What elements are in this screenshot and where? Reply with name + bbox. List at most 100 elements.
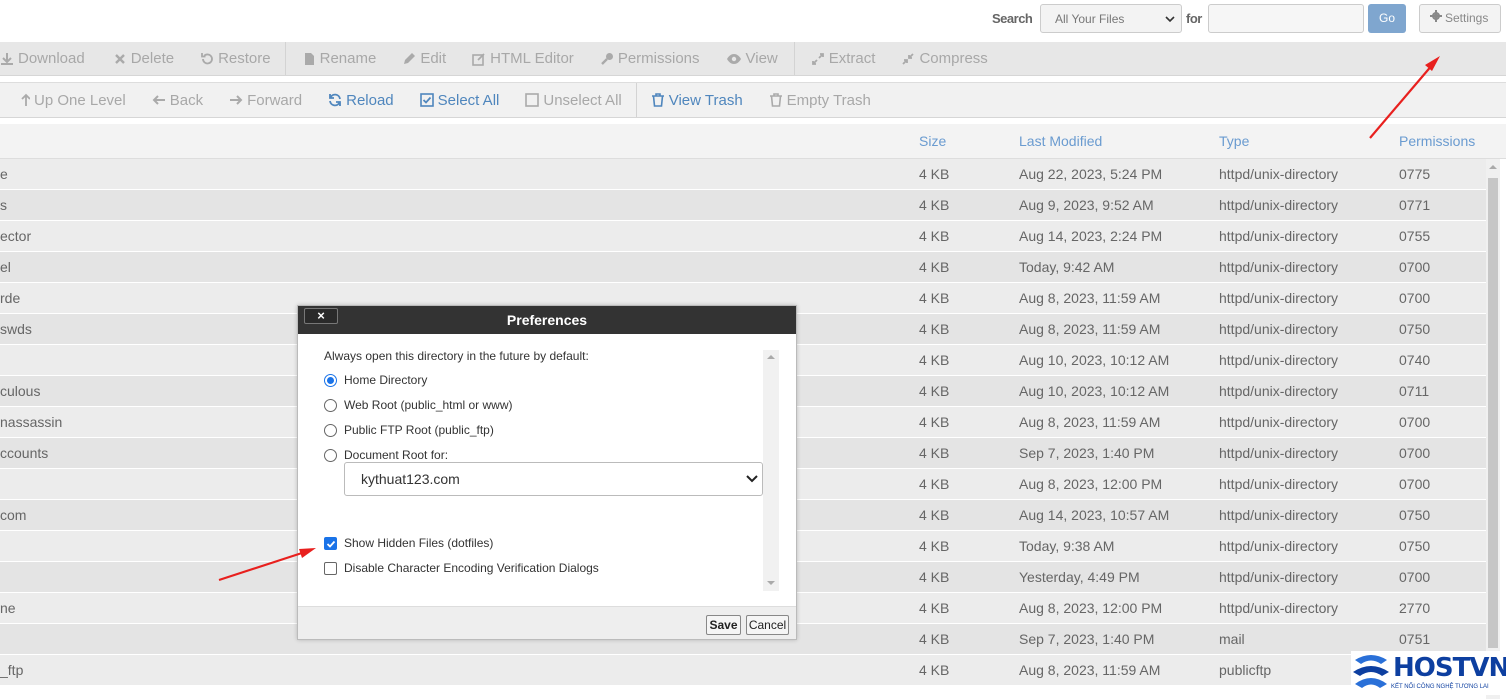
file-size: 4 KB	[919, 445, 950, 461]
action-toolbar: Download Delete Restore Rename Edit HTML…	[0, 42, 1506, 76]
delete-button[interactable]: Delete	[113, 42, 174, 75]
chevron-down-icon	[1165, 16, 1175, 23]
select-all-button[interactable]: Select All	[419, 83, 499, 117]
checkbox-show-hidden-files[interactable]: Show Hidden Files (dotfiles)	[324, 536, 493, 550]
back-button[interactable]: Back	[152, 83, 203, 117]
rename-button[interactable]: Rename	[302, 42, 377, 75]
compress-button[interactable]: Compress	[901, 42, 988, 75]
column-header-last-modified[interactable]: Last Modified	[1019, 133, 1102, 149]
radio-label: Document Root for:	[344, 448, 449, 462]
trash-icon	[769, 93, 783, 107]
close-icon	[113, 52, 127, 66]
edit-button[interactable]: Edit	[402, 42, 446, 75]
file-size: 4 KB	[919, 197, 950, 213]
radio-selected-icon[interactable]	[324, 373, 337, 387]
column-header-size[interactable]: Size	[919, 133, 946, 149]
file-last-modified: Aug 8, 2023, 11:59 AM	[1019, 662, 1161, 678]
table-row[interactable]: ector 4 KB Aug 14, 2023, 2:24 PM httpd/u…	[0, 221, 1486, 252]
file-name: s	[0, 197, 7, 213]
file-icon	[302, 52, 316, 66]
eye-icon	[726, 52, 742, 66]
file-last-modified: Aug 8, 2023, 11:59 AM	[1019, 290, 1161, 306]
file-type: httpd/unix-directory	[1219, 228, 1339, 244]
unselect-all-label: Unselect All	[543, 91, 622, 109]
restore-label: Restore	[218, 50, 271, 67]
file-permissions: 0771	[1399, 197, 1431, 213]
logo-mark-icon	[1353, 655, 1389, 688]
dialog-scrollbar[interactable]	[763, 350, 779, 591]
scroll-up-icon[interactable]	[767, 354, 775, 360]
checkbox-label: Disable Character Encoding Verification …	[344, 561, 599, 575]
cancel-button[interactable]: Cancel	[746, 615, 789, 635]
settings-button[interactable]: Settings	[1419, 4, 1501, 33]
file-permissions: 0750	[1399, 321, 1431, 337]
checkbox-empty-icon[interactable]	[324, 561, 337, 575]
download-button[interactable]: Download	[0, 42, 85, 75]
radio-document-root[interactable]: Document Root for:	[324, 448, 448, 462]
table-scrollbar-thumb[interactable]	[1488, 178, 1498, 648]
restore-button[interactable]: Restore	[200, 42, 271, 75]
table-row[interactable]: el 4 KB Today, 9:42 AM httpd/unix-direct…	[0, 252, 1486, 283]
key-icon	[600, 52, 614, 66]
reload-label: Reload	[346, 91, 394, 109]
view-button[interactable]: View	[726, 42, 778, 75]
extract-button[interactable]: Extract	[811, 42, 875, 75]
checkbox-disable-encoding-dialogs[interactable]: Disable Character Encoding Verification …	[324, 561, 599, 575]
view-trash-button[interactable]: View Trash	[651, 83, 743, 117]
checkbox-checked-icon[interactable]	[324, 536, 337, 550]
view-label: View	[745, 50, 778, 67]
dialog-header: × Preferences	[298, 306, 796, 334]
logo-tagline: KẾT NỐI CÔNG NGHỆ TƯƠNG LAI	[1391, 684, 1489, 690]
search-input[interactable]	[1208, 4, 1364, 33]
reload-button[interactable]: Reload	[328, 83, 394, 117]
file-permissions: 0750	[1399, 507, 1431, 523]
empty-trash-button[interactable]: Empty Trash	[769, 83, 871, 117]
table-row[interactable]: s 4 KB Aug 9, 2023, 9:52 AM httpd/unix-d…	[0, 190, 1486, 221]
search-scope-select[interactable]: All Your Files	[1040, 4, 1182, 33]
checkbox-label: Show Hidden Files (dotfiles)	[344, 536, 494, 550]
document-root-value: kythuat123.com	[361, 471, 460, 487]
html-editor-label: HTML Editor	[490, 50, 574, 67]
radio-empty-icon[interactable]	[324, 398, 337, 412]
radio-empty-icon[interactable]	[324, 423, 337, 437]
html-editor-button[interactable]: HTML Editor	[472, 42, 574, 75]
refresh-icon	[328, 93, 342, 107]
unselect-all-button[interactable]: Unselect All	[525, 83, 622, 117]
table-row[interactable]: e 4 KB Aug 22, 2023, 5:24 PM httpd/unix-…	[0, 159, 1486, 190]
scroll-up-icon[interactable]	[1489, 163, 1497, 171]
for-label: for	[1186, 11, 1202, 26]
gear-icon	[1430, 5, 1442, 32]
edit-label: Edit	[420, 50, 447, 67]
file-permissions: 0700	[1399, 414, 1431, 430]
file-last-modified: Aug 9, 2023, 9:52 AM	[1019, 197, 1154, 213]
file-last-modified: Aug 14, 2023, 10:57 AM	[1019, 507, 1170, 523]
radio-empty-icon[interactable]	[324, 448, 337, 462]
view-trash-label: View Trash	[668, 91, 743, 109]
scroll-down-icon[interactable]	[767, 580, 775, 586]
file-permissions: 0751	[1399, 631, 1431, 647]
file-size: 4 KB	[919, 507, 950, 523]
rename-label: Rename	[319, 50, 377, 67]
file-permissions: 0700	[1399, 569, 1431, 585]
file-name: e	[0, 166, 8, 182]
save-button[interactable]: Save	[706, 615, 741, 635]
dialog-close-button[interactable]: ×	[304, 308, 338, 324]
hostvn-logo: HOSTVN KẾT NỐI CÔNG NGHỆ TƯƠNG LAI	[1351, 651, 1506, 695]
radio-public-ftp-root[interactable]: Public FTP Root (public_ftp)	[324, 423, 494, 437]
file-type: mail	[1219, 631, 1245, 647]
up-one-level-button[interactable]: Up One Level	[20, 83, 126, 117]
file-type: httpd/unix-directory	[1219, 569, 1339, 585]
file-last-modified: Aug 22, 2023, 5:24 PM	[1019, 166, 1163, 182]
go-button[interactable]: Go	[1368, 4, 1406, 33]
file-size: 4 KB	[919, 166, 950, 182]
file-type: httpd/unix-directory	[1219, 321, 1339, 337]
radio-web-root[interactable]: Web Root (public_html or www)	[324, 398, 513, 412]
radio-home-directory[interactable]: Home Directory	[324, 373, 427, 387]
file-size: 4 KB	[919, 290, 950, 306]
table-row[interactable]: _ftp 4 KB Aug 8, 2023, 11:59 AM publicft…	[0, 655, 1486, 686]
forward-button[interactable]: Forward	[229, 83, 302, 117]
permissions-button[interactable]: Permissions	[600, 42, 700, 75]
column-header-permissions[interactable]: Permissions	[1399, 133, 1475, 149]
document-root-select[interactable]: kythuat123.com	[344, 462, 763, 496]
column-header-type[interactable]: Type	[1219, 133, 1249, 149]
